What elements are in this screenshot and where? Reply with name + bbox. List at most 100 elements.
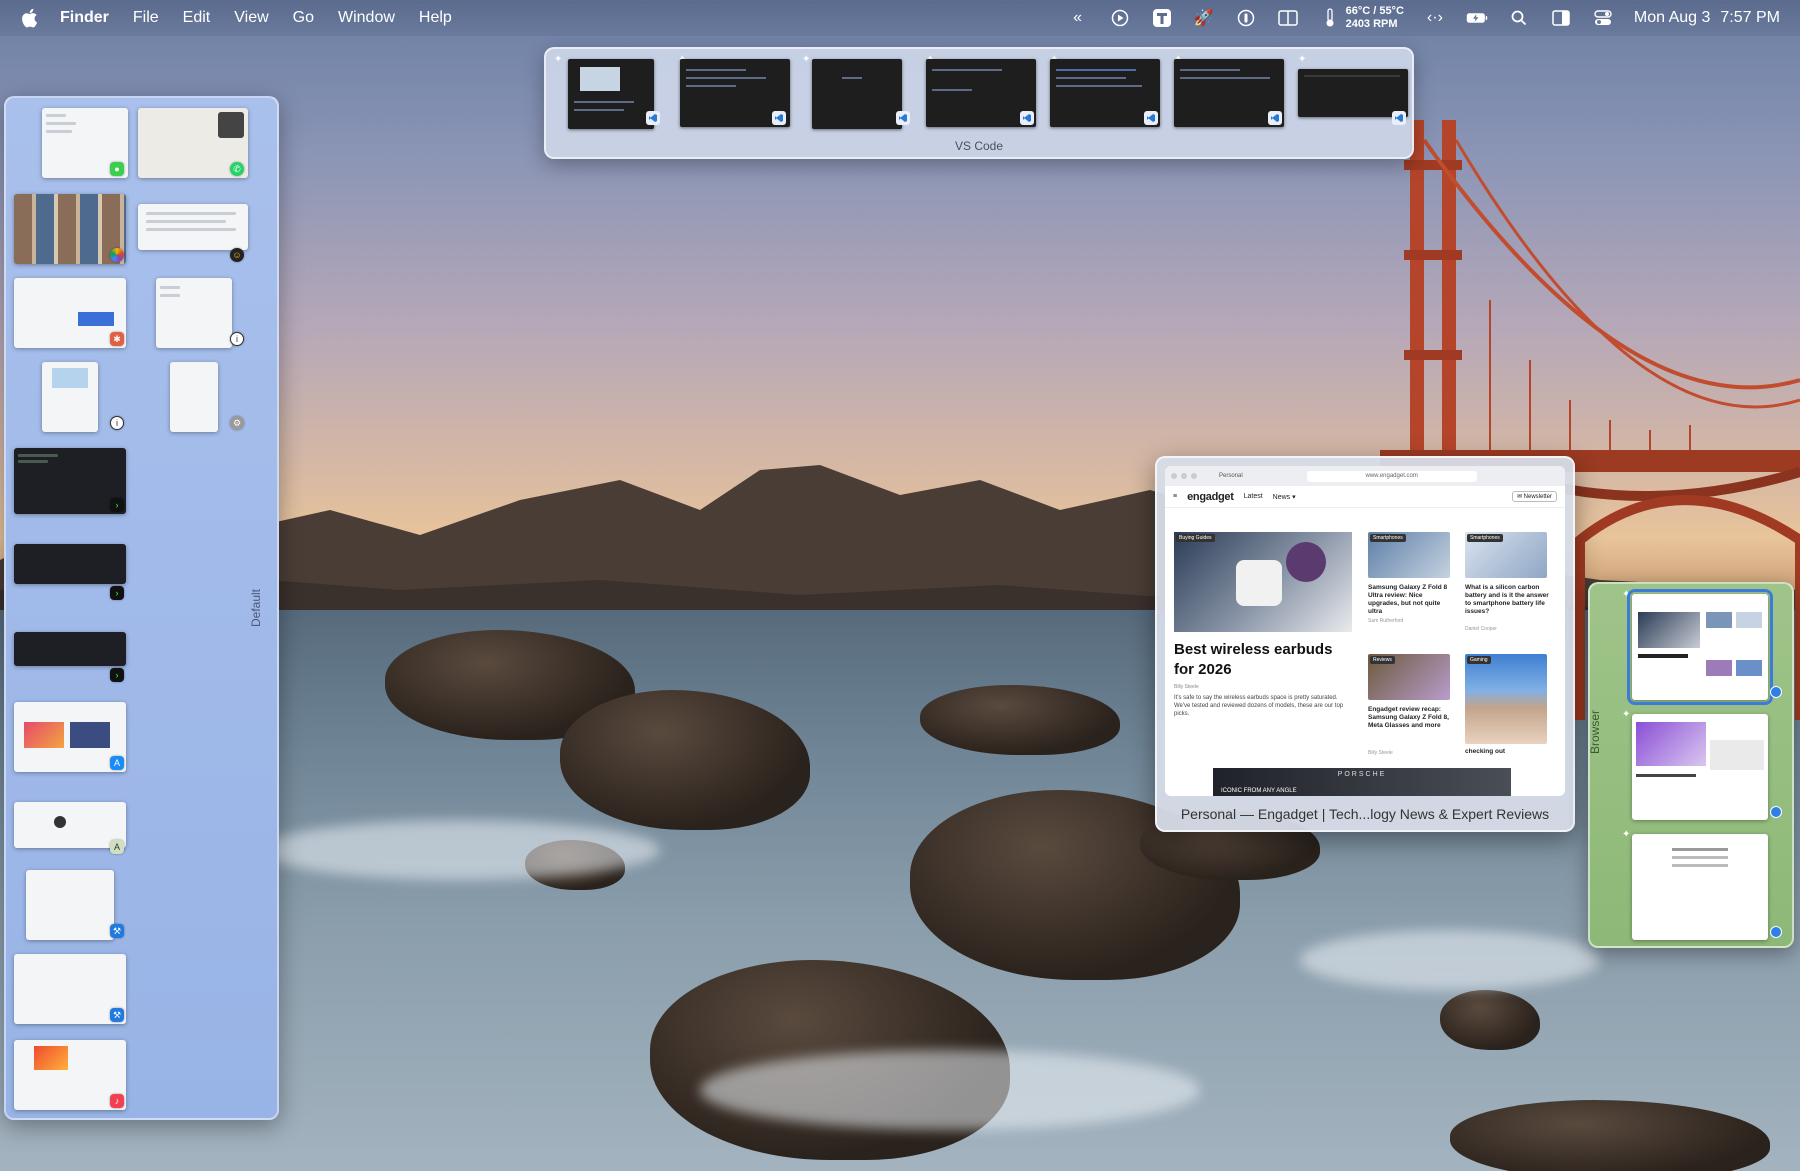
terminal-app-icon: › <box>110 586 124 600</box>
site-navigation: ≡ engadget Latest News ▾ ✉ Newsletter <box>1165 486 1565 508</box>
window-thumbnail[interactable] <box>42 362 98 432</box>
card-title: What is a silicon carbon battery and is … <box>1465 584 1549 615</box>
newsletter-button: ✉ Newsletter <box>1511 491 1557 502</box>
wave-foam <box>700 1050 1200 1130</box>
window-thumbnail[interactable] <box>156 278 232 348</box>
menu-edit[interactable]: Edit <box>183 9 211 27</box>
messages-app-icon: ● <box>110 162 124 176</box>
card-tag: Reviews <box>1370 656 1395 664</box>
browser-app-icon <box>1770 686 1782 698</box>
apple-menu-icon[interactable] <box>20 8 38 28</box>
clock-time: 7:57 PM <box>1720 9 1780 26</box>
menu-go[interactable]: Go <box>293 9 314 27</box>
window-thumbnail[interactable] <box>14 544 126 584</box>
terminal-app-icon: › <box>110 498 124 512</box>
search-icon[interactable] <box>1508 7 1530 29</box>
window-thumbnail[interactable] <box>26 870 114 940</box>
menu-help[interactable]: Help <box>419 9 452 27</box>
pin-icon: ✦ <box>1622 829 1631 840</box>
window-preview-popup[interactable]: Personal www.engadget.com ≡ engadget Lat… <box>1155 456 1575 832</box>
rocket-icon[interactable]: 🚀 <box>1193 7 1215 29</box>
advertisement-banner: PORSCHE ICONIC FROM ANY ANGLE <box>1213 768 1511 796</box>
system-settings-icon: ⚙ <box>230 416 244 430</box>
hero-image: Buying Guides <box>1174 532 1352 632</box>
engadget-logo: engadget <box>1187 490 1234 503</box>
browser-app-icon <box>1770 926 1782 938</box>
preview-window-title: Personal — Engadget | Tech...logy News &… <box>1180 806 1550 822</box>
password-icon[interactable] <box>1235 7 1257 29</box>
browser-group-label: Browser <box>1588 709 1602 754</box>
browser-window-thumbnail[interactable] <box>1632 714 1768 820</box>
window-thumbnail[interactable] <box>14 802 126 848</box>
app-icon-green: A <box>110 840 124 854</box>
vscode-app-icon <box>896 111 910 125</box>
vscode-window-thumbnail[interactable] <box>568 59 654 129</box>
app-icon-red: ✱ <box>110 332 124 346</box>
menubar-clock[interactable]: Mon Aug 3 7:57 PM <box>1634 9 1780 27</box>
card-author: Billy Steele <box>1368 750 1393 756</box>
window-thumbnail[interactable] <box>14 632 126 666</box>
status-area: « 🚀 66°C / 55°C 2403 RPM ‹·› Mon Aug 3 7… <box>1067 5 1780 31</box>
pin-icon: ✦ <box>1622 589 1631 600</box>
vscode-group-label: VS Code <box>954 139 1004 153</box>
nav-news: News ▾ <box>1272 493 1296 501</box>
photos-app-icon <box>110 248 124 262</box>
rewind-icon[interactable]: « <box>1067 7 1089 29</box>
vscode-app-icon <box>1268 111 1282 125</box>
profile-label: Personal <box>1219 473 1243 479</box>
app-menu-finder[interactable]: Finder <box>60 9 109 27</box>
ad-tagline: ICONIC FROM ANY ANGLE <box>1221 788 1297 794</box>
hero-author: Billy Steele <box>1174 684 1199 690</box>
clock-date: Mon Aug 3 <box>1633 9 1711 26</box>
terminal-app-icon: › <box>110 668 124 682</box>
window-thumbnail[interactable] <box>170 362 218 432</box>
sidebar-icon[interactable] <box>1277 7 1299 29</box>
browser-window-preview[interactable]: Personal www.engadget.com ≡ engadget Lat… <box>1165 466 1565 796</box>
menu-bar: Finder File Edit View Go Window Help « 🚀… <box>0 0 1800 36</box>
browser-window-thumbnail[interactable] <box>1627 589 1773 705</box>
menu-window[interactable]: Window <box>338 9 395 27</box>
default-group-panel[interactable]: Default ● ✆ ☺ ✱ i i ⚙ › › › A A ⚒ ⚒ ♪ <box>4 96 279 1120</box>
vscode-group-panel[interactable]: ✦ ✦ ✦ ✦ ✦ ✦ ✦ VS Code <box>544 47 1414 159</box>
xcode-app-icon: ⚒ <box>110 1008 124 1022</box>
vscode-app-icon <box>772 111 786 125</box>
vscode-window-thumbnail[interactable] <box>1298 69 1408 117</box>
music-app-icon: ♪ <box>110 1094 124 1108</box>
browser-app-icon <box>1770 806 1782 818</box>
code-brackets-icon[interactable]: ‹·› <box>1424 7 1446 29</box>
pin-icon: ✦ <box>1298 54 1307 65</box>
hero-tag: Buying Guides <box>1176 534 1215 542</box>
ad-brand: PORSCHE <box>1337 771 1387 778</box>
play-icon[interactable] <box>1109 7 1131 29</box>
card-tag: Smartphones <box>1467 534 1503 542</box>
browser-window-thumbnail[interactable] <box>1632 834 1768 940</box>
battery-icon[interactable] <box>1466 7 1488 29</box>
menu-file[interactable]: File <box>133 9 159 27</box>
vscode-window-thumbnail[interactable] <box>812 59 902 129</box>
split-view-icon[interactable] <box>1550 7 1572 29</box>
temperature-readout[interactable]: 66°C / 55°C 2403 RPM <box>1319 5 1404 31</box>
whatsapp-app-icon: ✆ <box>230 162 244 176</box>
password-app-icon: i <box>230 332 244 346</box>
card-tag: Gaming <box>1467 656 1491 664</box>
vscode-app-icon <box>1392 111 1406 125</box>
card-title: Samsung Galaxy Z Fold 8 Ultra review: Ni… <box>1368 584 1448 615</box>
hero-description: It's safe to say the wireless earbuds sp… <box>1174 695 1344 717</box>
vscode-app-icon <box>1020 111 1034 125</box>
control-center-icon[interactable] <box>1592 7 1614 29</box>
menu-view[interactable]: View <box>234 9 268 27</box>
pin-icon: ✦ <box>802 54 811 65</box>
text-t-icon[interactable] <box>1151 7 1173 29</box>
xcode-app-icon: ⚒ <box>110 924 124 938</box>
card-author: Daniel Cooper <box>1465 626 1497 632</box>
browser-group-panel[interactable]: Browser ✦ ✦ ✦ <box>1588 582 1794 948</box>
vscode-app-icon <box>646 111 660 125</box>
card-image <box>1465 654 1547 744</box>
window-thumbnail[interactable] <box>138 204 248 250</box>
vscode-app-icon <box>1144 111 1158 125</box>
password-app-icon: i <box>110 416 124 430</box>
card-tag: Smartphones <box>1370 534 1406 542</box>
card-title: Engadget review recap: Samsung Galaxy Z … <box>1368 706 1449 729</box>
menu-icon: ≡ <box>1173 493 1178 500</box>
wave-foam <box>260 820 660 880</box>
